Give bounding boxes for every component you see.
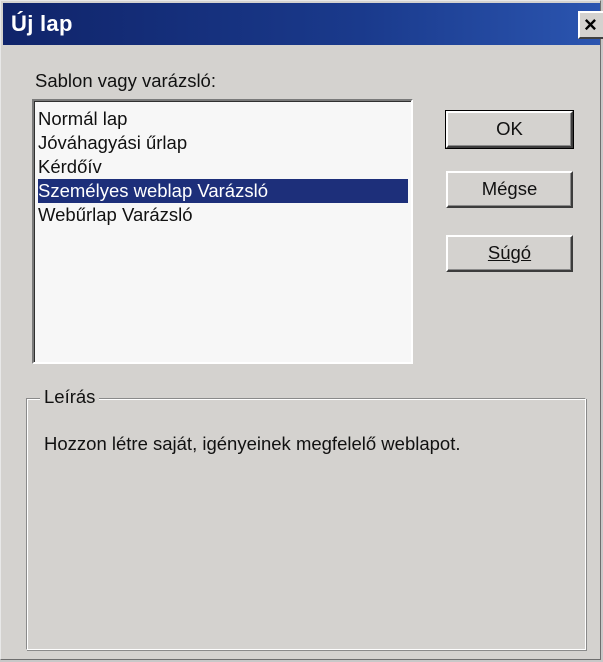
- list-item-questionnaire[interactable]: Kérdőív: [38, 155, 102, 179]
- close-button[interactable]: ×: [578, 11, 603, 39]
- description-title: Leírás: [40, 386, 100, 408]
- window-title: Új lap: [11, 11, 73, 36]
- list-item-normal-page[interactable]: Normál lap: [38, 107, 127, 131]
- title-bar: Új lap ×: [3, 3, 603, 45]
- template-label: Sablon vagy varázsló:: [35, 70, 216, 91]
- cancel-button[interactable]: Mégse: [446, 171, 573, 208]
- template-listbox[interactable]: Normál lap Jóváhagyási űrlap Kérdőív Sze…: [32, 99, 413, 364]
- list-item-form-page-wizard[interactable]: Webűrlap Varázsló: [38, 203, 193, 227]
- ok-button[interactable]: OK: [445, 110, 574, 149]
- new-page-dialog: Új lap × Sablon vagy varázsló: Normál la…: [0, 0, 603, 660]
- close-icon: ×: [584, 12, 597, 37]
- help-button[interactable]: Súgó: [446, 235, 573, 272]
- list-item-personal-web-page-wizard[interactable]: Személyes weblap Varázsló: [38, 179, 408, 203]
- description-text: Hozzon létre saját, igényeinek megfelelő…: [44, 433, 461, 454]
- list-item-approval-form[interactable]: Jóváhagyási űrlap: [38, 131, 187, 155]
- help-button-label: Súgó: [487, 242, 532, 263]
